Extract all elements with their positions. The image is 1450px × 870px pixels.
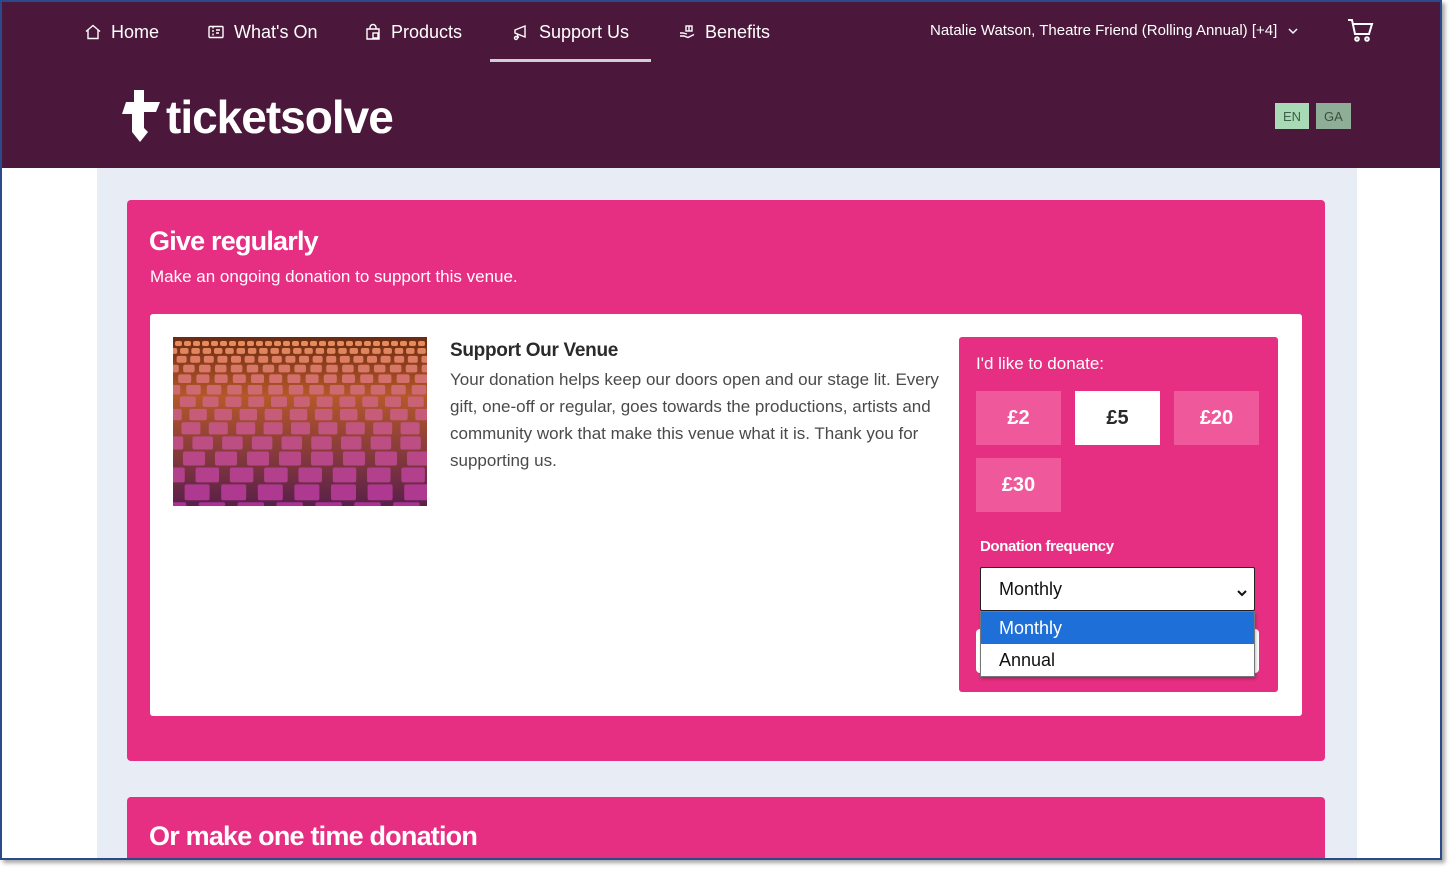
frequency-selected-value: Monthly: [999, 578, 1063, 599]
browser-frame: Home What's On Products Support Us Benef…: [0, 0, 1442, 860]
give-regularly-subtitle: Make an ongoing donation to support this…: [150, 267, 518, 286]
language-en-button[interactable]: EN: [1275, 103, 1310, 129]
one-time-donation-title: Or make one time donation: [149, 821, 478, 851]
nav-item-products[interactable]: Products: [364, 2, 462, 62]
give-regularly-title: Give regularly: [149, 226, 319, 256]
megaphone-icon: [512, 23, 530, 41]
support-venue-description: Your donation helps keep our doors open …: [450, 370, 939, 470]
nav-item-whats-on[interactable]: What's On: [207, 2, 317, 62]
nav-item-label: Products: [391, 21, 463, 42]
support-venue-title: Support Our Venue: [450, 340, 619, 361]
amount-30-button[interactable]: £30: [976, 458, 1061, 512]
cart-icon[interactable]: [1346, 16, 1374, 44]
logo-text: ticketsolve: [166, 91, 394, 143]
hand-gift-icon: [678, 23, 696, 41]
nav-item-label: Benefits: [705, 21, 771, 42]
nav-item-label: Home: [111, 21, 160, 42]
user-account-menu[interactable]: Natalie Watson, Theatre Friend (Rolling …: [930, 2, 1299, 58]
nav-item-label: What's On: [234, 21, 318, 42]
donation-frequency-select[interactable]: Monthly: [980, 567, 1255, 611]
donation-panel: Support Our Venue Your donation helps ke…: [150, 314, 1302, 716]
ticketsolve-logo[interactable]: ticketsolve: [120, 90, 394, 144]
home-icon: [84, 23, 102, 41]
one-time-donation-card: Or make one time donation: [127, 797, 1325, 858]
logo-mark-icon: [122, 90, 160, 142]
donation-frequency-label: Donation frequency: [980, 538, 1114, 555]
frequency-option-annual[interactable]: Annual: [981, 644, 1254, 676]
nav-item-support-us[interactable]: Support Us: [489, 2, 652, 62]
user-name: Natalie Watson, Theatre Friend (Rolling …: [930, 21, 1278, 39]
nav-item-benefits[interactable]: Benefits: [678, 2, 770, 62]
ticket-icon: [207, 23, 225, 41]
amount-20-button[interactable]: £20: [1174, 391, 1259, 445]
shopping-bag-icon: [364, 23, 382, 41]
amount-2-button[interactable]: £2: [976, 391, 1061, 445]
frequency-dropdown-list: Monthly Annual: [980, 611, 1255, 677]
chevron-down-icon: [1236, 583, 1248, 597]
chevron-down-icon: [1287, 24, 1299, 36]
site-header: Home What's On Products Support Us Benef…: [2, 2, 1440, 168]
language-ga-button[interactable]: GA: [1316, 103, 1351, 129]
donation-form: I'd like to donate: £2 £5 £20 £30 Donati…: [959, 337, 1278, 692]
give-regularly-card: Give regularly Make an ongoing donation …: [127, 200, 1325, 761]
amount-5-button[interactable]: £5: [1075, 391, 1160, 445]
auditorium-seats-image: [173, 337, 427, 506]
donate-amount-label: I'd like to donate:: [976, 354, 1104, 373]
main-nav: Home What's On Products Support Us Benef…: [2, 2, 1440, 62]
nav-item-label: Support Us: [539, 21, 630, 42]
nav-item-home[interactable]: Home: [84, 2, 159, 62]
frequency-option-monthly[interactable]: Monthly: [981, 612, 1254, 644]
